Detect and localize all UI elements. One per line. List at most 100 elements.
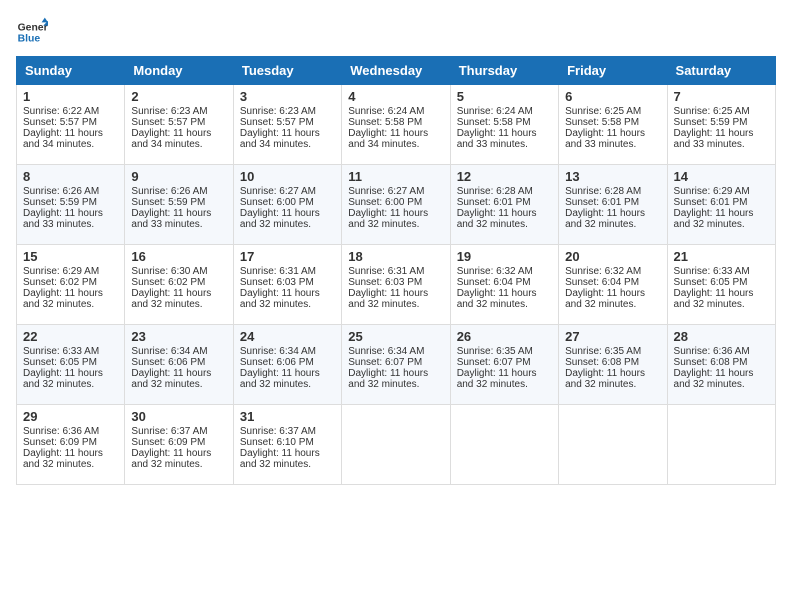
sunset: Sunset: 6:04 PM bbox=[565, 277, 639, 288]
sunset: Sunset: 6:01 PM bbox=[674, 197, 748, 208]
sunset: Sunset: 6:02 PM bbox=[23, 277, 97, 288]
sunset: Sunset: 6:10 PM bbox=[240, 437, 314, 448]
daylight: Daylight: 11 hours and 32 minutes. bbox=[565, 368, 645, 390]
daylight: Daylight: 11 hours and 34 minutes. bbox=[348, 128, 428, 150]
dow-header-monday: Monday bbox=[125, 57, 233, 85]
calendar-table: SundayMondayTuesdayWednesdayThursdayFrid… bbox=[16, 56, 776, 485]
day-cell-31: 31Sunrise: 6:37 AMSunset: 6:10 PMDayligh… bbox=[233, 405, 341, 485]
empty-cell bbox=[559, 405, 667, 485]
daylight: Daylight: 11 hours and 32 minutes. bbox=[565, 288, 645, 310]
day-number: 19 bbox=[457, 249, 552, 264]
daylight: Daylight: 11 hours and 33 minutes. bbox=[457, 128, 537, 150]
day-number: 9 bbox=[131, 169, 226, 184]
daylight: Daylight: 11 hours and 34 minutes. bbox=[23, 128, 103, 150]
week-row-3: 15 Sunrise: 6:29 AMSunset: 6:02 PM Dayligh… bbox=[17, 245, 776, 325]
daylight: Daylight: 11 hours and 32 minutes. bbox=[131, 448, 211, 470]
sunset: Sunset: 6:06 PM bbox=[131, 357, 205, 368]
sunrise: Sunrise: 6:36 AM bbox=[674, 346, 750, 357]
sunrise: Sunrise: 6:37 AM bbox=[240, 426, 316, 437]
sunrise: Sunrise: 6:26 AM bbox=[23, 186, 99, 197]
day-cell-23: 23Sunrise: 6:34 AMSunset: 6:06 PMDayligh… bbox=[125, 325, 233, 405]
sunrise: Sunrise: 6:27 AM bbox=[240, 186, 316, 197]
sunrise: Sunrise: 6:37 AM bbox=[131, 426, 207, 437]
day-number: 1 bbox=[23, 89, 118, 104]
sunrise: Sunrise: 6:29 AM bbox=[23, 266, 99, 277]
sunrise: Sunrise: 6:28 AM bbox=[565, 186, 641, 197]
logo-icon: General Blue bbox=[16, 16, 48, 48]
sunset: Sunset: 6:08 PM bbox=[674, 357, 748, 368]
day-number: 3 bbox=[240, 89, 335, 104]
day-cell-10: 10Sunrise: 6:27 AMSunset: 6:00 PMDayligh… bbox=[233, 165, 341, 245]
sunset: Sunset: 5:57 PM bbox=[240, 117, 314, 128]
dow-header-friday: Friday bbox=[559, 57, 667, 85]
daylight: Daylight: 11 hours and 32 minutes. bbox=[240, 288, 320, 310]
sunrise: Sunrise: 6:35 AM bbox=[457, 346, 533, 357]
daylight: Daylight: 11 hours and 32 minutes. bbox=[240, 208, 320, 230]
sunrise: Sunrise: 6:23 AM bbox=[131, 106, 207, 117]
empty-cell bbox=[450, 405, 558, 485]
sunset: Sunset: 6:05 PM bbox=[23, 357, 97, 368]
day-number: 10 bbox=[240, 169, 335, 184]
day-cell-12: 12Sunrise: 6:28 AMSunset: 6:01 PMDayligh… bbox=[450, 165, 558, 245]
daylight: Daylight: 11 hours and 32 minutes. bbox=[348, 208, 428, 230]
day-cell-28: 28Sunrise: 6:36 AMSunset: 6:08 PMDayligh… bbox=[667, 325, 775, 405]
day-cell-29: 29Sunrise: 6:36 AMSunset: 6:09 PMDayligh… bbox=[17, 405, 125, 485]
sunset: Sunset: 6:01 PM bbox=[457, 197, 531, 208]
daylight: Daylight: 11 hours and 32 minutes. bbox=[131, 368, 211, 390]
daylight: Daylight: 11 hours and 32 minutes. bbox=[457, 368, 537, 390]
day-cell-26: 26Sunrise: 6:35 AMSunset: 6:07 PMDayligh… bbox=[450, 325, 558, 405]
sunrise: Sunrise: 6:34 AM bbox=[348, 346, 424, 357]
day-number: 4 bbox=[348, 89, 443, 104]
day-cell-25: 25Sunrise: 6:34 AMSunset: 6:07 PMDayligh… bbox=[342, 325, 450, 405]
sunset: Sunset: 5:57 PM bbox=[131, 117, 205, 128]
day-number: 30 bbox=[131, 409, 226, 424]
day-cell-20: 20Sunrise: 6:32 AMSunset: 6:04 PMDayligh… bbox=[559, 245, 667, 325]
day-number: 8 bbox=[23, 169, 118, 184]
day-cell-14: 14Sunrise: 6:29 AMSunset: 6:01 PMDayligh… bbox=[667, 165, 775, 245]
day-number: 14 bbox=[674, 169, 769, 184]
daylight: Daylight: 11 hours and 32 minutes. bbox=[674, 288, 754, 310]
day-number: 31 bbox=[240, 409, 335, 424]
week-row-5: 29Sunrise: 6:36 AMSunset: 6:09 PMDayligh… bbox=[17, 405, 776, 485]
sunrise: Sunrise: 6:30 AM bbox=[131, 266, 207, 277]
day-number: 17 bbox=[240, 249, 335, 264]
week-row-4: 22Sunrise: 6:33 AMSunset: 6:05 PMDayligh… bbox=[17, 325, 776, 405]
day-number: 26 bbox=[457, 329, 552, 344]
day-cell-22: 22 Sunrise: 6:33 AMSunset: 6:05 PMDayligh… bbox=[17, 325, 125, 405]
sunset: Sunset: 6:06 PM bbox=[240, 357, 314, 368]
day-cell-30: 30Sunrise: 6:37 AMSunset: 6:09 PMDayligh… bbox=[125, 405, 233, 485]
day-number: 12 bbox=[457, 169, 552, 184]
dow-header-saturday: Saturday bbox=[667, 57, 775, 85]
day-cell-13: 13Sunrise: 6:28 AMSunset: 6:01 PMDayligh… bbox=[559, 165, 667, 245]
day-number: 23 bbox=[131, 329, 226, 344]
day-cell-9: 9Sunrise: 6:26 AMSunset: 5:59 PMDaylight… bbox=[125, 165, 233, 245]
week-row-1: 1Sunrise: 6:22 AMSunset: 5:57 PMDaylight… bbox=[17, 85, 776, 165]
daylight: Daylight: 11 hours and 33 minutes. bbox=[674, 128, 754, 150]
dow-header-wednesday: Wednesday bbox=[342, 57, 450, 85]
sunset: Sunset: 5:57 PM bbox=[23, 117, 97, 128]
day-number: 27 bbox=[565, 329, 660, 344]
daylight: Daylight: 11 hours and 32 minutes. bbox=[23, 368, 103, 390]
sunset: Sunset: 6:05 PM bbox=[674, 277, 748, 288]
day-number: 22 bbox=[23, 329, 118, 344]
day-number: 11 bbox=[348, 169, 443, 184]
day-cell-27: 27Sunrise: 6:35 AMSunset: 6:08 PMDayligh… bbox=[559, 325, 667, 405]
day-cell-11: 11Sunrise: 6:27 AMSunset: 6:00 PMDayligh… bbox=[342, 165, 450, 245]
daylight: Daylight: 11 hours and 34 minutes. bbox=[131, 128, 211, 150]
daylight: Daylight: 11 hours and 32 minutes. bbox=[457, 208, 537, 230]
day-number: 7 bbox=[674, 89, 769, 104]
day-number: 18 bbox=[348, 249, 443, 264]
sunrise: Sunrise: 6:31 AM bbox=[240, 266, 316, 277]
logo: General Blue bbox=[16, 16, 48, 48]
daylight: Daylight: 11 hours and 33 minutes. bbox=[565, 128, 645, 150]
daylight: Daylight: 11 hours and 34 minutes. bbox=[240, 128, 320, 150]
sunrise: Sunrise: 6:33 AM bbox=[23, 346, 99, 357]
daylight: Daylight: 11 hours and 33 minutes. bbox=[131, 208, 211, 230]
day-cell-1: 1Sunrise: 6:22 AMSunset: 5:57 PMDaylight… bbox=[17, 85, 125, 165]
sunrise: Sunrise: 6:23 AM bbox=[240, 106, 316, 117]
sunrise: Sunrise: 6:31 AM bbox=[348, 266, 424, 277]
sunrise: Sunrise: 6:32 AM bbox=[565, 266, 641, 277]
sunrise: Sunrise: 6:32 AM bbox=[457, 266, 533, 277]
daylight: Daylight: 11 hours and 32 minutes. bbox=[23, 448, 103, 470]
day-number: 15 bbox=[23, 249, 118, 264]
